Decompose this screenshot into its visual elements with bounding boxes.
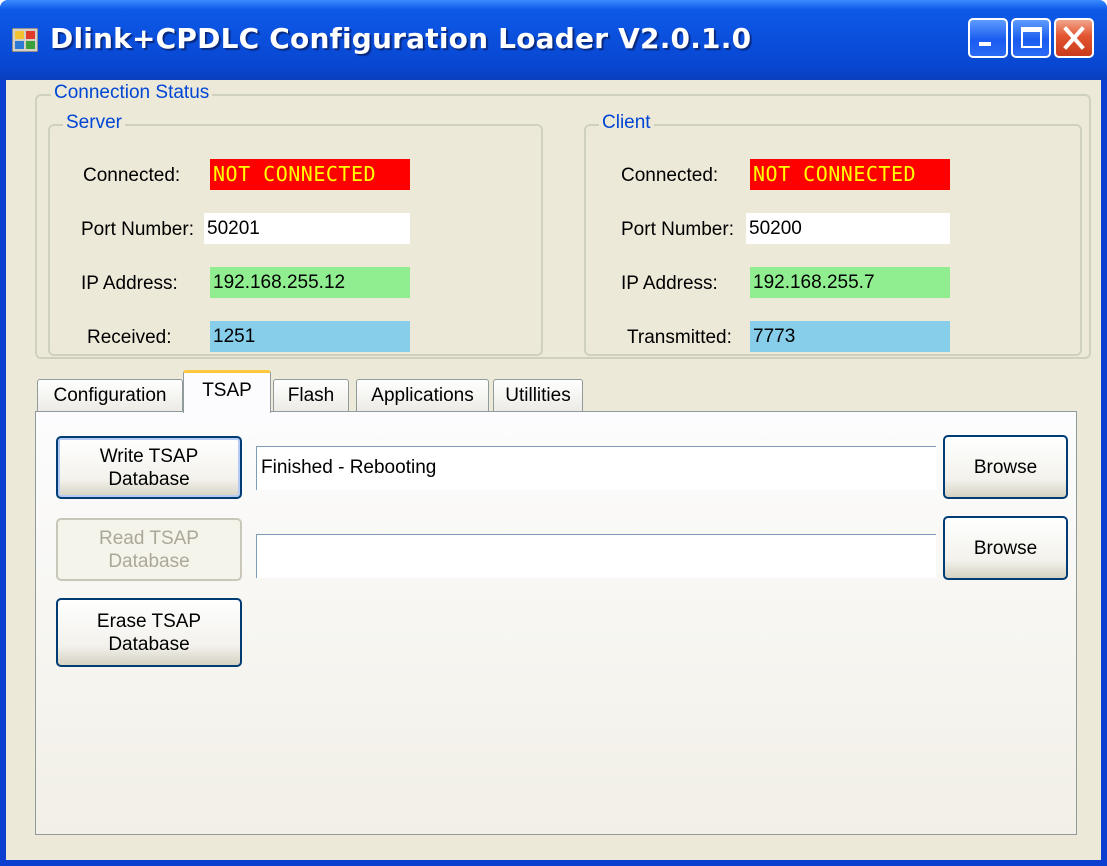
minimize-icon <box>979 42 991 46</box>
server-legend: Server <box>63 112 125 134</box>
server-received-value: 1251 <box>210 321 410 352</box>
client-port-value: 50200 <box>746 213 950 244</box>
write-tsap-path-input[interactable]: Finished - Rebooting <box>256 446 936 490</box>
read-tsap-path-input[interactable] <box>256 534 936 578</box>
close-button[interactable] <box>1054 18 1094 58</box>
write-tsap-browse-button[interactable]: Browse <box>943 435 1068 499</box>
server-group: Server Connected: NOT CONNECTED Port Num… <box>48 112 543 356</box>
maximize-icon <box>1021 27 1042 48</box>
server-ip-value: 192.168.255.12 <box>210 267 410 298</box>
client-transmitted-label: Transmitted: <box>627 327 732 348</box>
app-icon <box>12 28 38 52</box>
erase-tsap-database-button[interactable]: Erase TSAP Database <box>56 598 242 667</box>
server-connected-label: Connected: <box>83 165 181 186</box>
client-connected-status: NOT CONNECTED <box>750 159 950 190</box>
tab-configuration[interactable]: Configuration <box>37 379 183 411</box>
tab-utilities[interactable]: Utillities <box>493 379 583 411</box>
client-transmitted-value: 7773 <box>750 321 950 352</box>
write-tsap-database-button[interactable]: Write TSAP Database <box>56 436 242 499</box>
window-title: Dlink+CPDLC Configuration Loader V2.0.1.… <box>50 22 752 55</box>
client-legend: Client <box>599 112 654 134</box>
server-port-value: 50201 <box>204 213 410 244</box>
client-ip-value: 192.168.255.7 <box>750 267 950 298</box>
client-port-label: Port Number: <box>621 219 734 240</box>
read-tsap-database-button[interactable]: Read TSAP Database <box>56 518 242 581</box>
app-window: Dlink+CPDLC Configuration Loader V2.0.1.… <box>0 0 1107 866</box>
client-connected-label: Connected: <box>621 165 719 186</box>
title-bar[interactable]: Dlink+CPDLC Configuration Loader V2.0.1.… <box>0 0 1107 80</box>
client-area: Connection Status Server Connected: NOT … <box>6 80 1101 860</box>
server-ip-label: IP Address: <box>81 273 178 294</box>
read-tsap-button-label: Read TSAP Database <box>99 527 199 572</box>
client-ip-label: IP Address: <box>621 273 718 294</box>
write-tsap-button-label: Write TSAP Database <box>99 445 199 490</box>
tsap-tab-page: Write TSAP Database Finished - Rebooting … <box>35 411 1077 835</box>
maximize-button[interactable] <box>1011 18 1051 58</box>
connection-status-group: Connection Status Server Connected: NOT … <box>35 82 1091 359</box>
read-tsap-browse-button[interactable]: Browse <box>943 516 1068 580</box>
close-icon <box>1063 26 1085 50</box>
server-port-label: Port Number: <box>81 219 194 240</box>
server-received-label: Received: <box>87 327 172 348</box>
erase-tsap-button-label: Erase TSAP Database <box>96 610 202 655</box>
server-connected-status: NOT CONNECTED <box>210 159 410 190</box>
minimize-button[interactable] <box>968 18 1008 58</box>
client-group: Client Connected: NOT CONNECTED Port Num… <box>584 112 1082 356</box>
tab-flash[interactable]: Flash <box>273 379 349 411</box>
connection-status-legend: Connection Status <box>51 82 213 104</box>
tab-applications[interactable]: Applications <box>356 379 489 411</box>
tab-tsap[interactable]: TSAP <box>183 370 271 413</box>
